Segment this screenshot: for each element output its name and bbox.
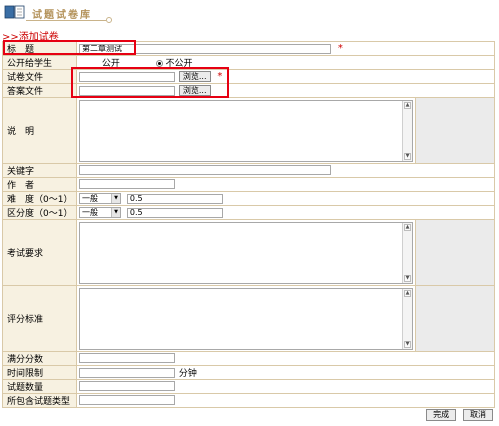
answer-file-label: 答案文件	[2, 83, 77, 98]
description-textarea[interactable]: ▲ ▼	[79, 99, 413, 162]
form-row-answer-file: 答案文件 浏览...	[2, 83, 495, 98]
difficulty-label: 难 度（0～1）	[2, 191, 77, 206]
public-label: 公开给学生	[2, 55, 77, 70]
form-row-requirements: 考试要求 ▲ ▼	[2, 219, 495, 286]
public-cell: 公开 不公开	[76, 55, 495, 70]
scroll-up-arrow-icon[interactable]: ▲	[404, 289, 411, 297]
answer-file-browse-button[interactable]: 浏览...	[178, 85, 211, 96]
answer-file-input[interactable]	[79, 85, 175, 96]
paper-file-browse-button[interactable]: 浏览...	[178, 71, 211, 82]
time-limit-cell: 分钟	[76, 365, 495, 380]
time-limit-input[interactable]	[79, 367, 175, 378]
scroll-up-arrow-icon[interactable]: ▲	[404, 101, 411, 109]
grading-cell: ▲ ▼	[76, 285, 416, 352]
time-limit-unit: 分钟	[178, 369, 197, 379]
form-row-title: 标 题 第二章测试 *	[2, 41, 495, 56]
difficulty-input[interactable]: 0.5	[126, 193, 223, 204]
scroll-down-arrow-icon[interactable]: ▼	[404, 340, 411, 348]
full-score-input[interactable]	[79, 353, 175, 364]
page-header: 试题试卷库	[0, 0, 499, 26]
difficulty-cell: 一般 ▼ 0.5	[76, 191, 495, 206]
scroll-down-arrow-icon[interactable]: ▼	[404, 152, 411, 160]
page-title: 试题试卷库	[32, 10, 92, 21]
difficulty-select[interactable]: 一般 ▼	[79, 193, 121, 204]
header-divider	[26, 20, 106, 21]
form-actions: 完成 取消	[422, 409, 493, 421]
description-label: 说 明	[2, 97, 77, 164]
form-row-question-types: 所包含试题类型	[2, 393, 495, 408]
full-score-label: 满分分数	[2, 351, 77, 366]
keywords-label: 关键字	[2, 163, 77, 178]
form-row-grading: 评分标准 ▲ ▼	[2, 285, 495, 352]
question-count-label: 试题数量	[2, 379, 77, 394]
answer-file-cell: 浏览...	[76, 83, 495, 98]
scrollbar[interactable]: ▲ ▼	[402, 222, 412, 283]
question-types-input[interactable]	[79, 395, 175, 406]
header-divider-dot	[106, 17, 112, 23]
author-cell	[76, 177, 495, 192]
gray-spacer	[415, 97, 495, 164]
grading-textarea[interactable]: ▲ ▼	[79, 287, 413, 350]
paper-file-input[interactable]	[79, 71, 175, 82]
discrimination-cell: 一般 ▼ 0.5	[76, 205, 495, 220]
author-label: 作 者	[2, 177, 77, 192]
scroll-up-arrow-icon[interactable]: ▲	[404, 223, 411, 231]
required-mark: *	[337, 43, 343, 54]
author-input[interactable]	[79, 179, 175, 190]
discrimination-input[interactable]: 0.5	[126, 207, 223, 218]
private-radio[interactable]	[155, 60, 163, 67]
gray-spacer	[415, 285, 495, 352]
cancel-button[interactable]: 取消	[463, 409, 493, 421]
description-cell: ▲ ▼	[76, 97, 416, 164]
form-row-author: 作 者	[2, 177, 495, 192]
form-row-full-score: 满分分数	[2, 351, 495, 366]
form-row-question-count: 试题数量	[2, 379, 495, 394]
requirements-cell: ▲ ▼	[76, 219, 416, 286]
book-icon	[4, 5, 25, 19]
form-row-time-limit: 时间限制 分钟	[2, 365, 495, 380]
submit-button[interactable]: 完成	[426, 409, 457, 421]
question-types-label: 所包含试题类型	[2, 393, 77, 408]
paper-file-cell: 浏览... *	[76, 69, 495, 84]
required-mark: *	[217, 71, 223, 82]
question-types-cell	[76, 393, 495, 408]
title-label: 标 题	[2, 41, 77, 56]
private-option-label: 不公开	[165, 59, 193, 69]
form-row-description: 说 明 ▲ ▼	[2, 97, 495, 164]
requirements-label: 考试要求	[2, 219, 77, 286]
dropdown-arrow-icon: ▼	[111, 208, 120, 217]
form-row-keywords: 关键字	[2, 163, 495, 178]
title-cell: 第二章测试 *	[76, 41, 495, 56]
keywords-cell	[76, 163, 495, 178]
scrollbar[interactable]: ▲ ▼	[402, 100, 412, 161]
public-option-label: 公开	[101, 59, 120, 69]
dropdown-arrow-icon: ▼	[111, 194, 120, 203]
time-limit-label: 时间限制	[2, 365, 77, 380]
question-count-input[interactable]	[79, 381, 175, 392]
scroll-down-arrow-icon[interactable]: ▼	[404, 274, 411, 282]
grading-label: 评分标准	[2, 285, 77, 352]
discrimination-select[interactable]: 一般 ▼	[79, 207, 121, 218]
full-score-cell	[76, 351, 495, 366]
form-row-difficulty: 难 度（0～1） 一般 ▼ 0.5	[2, 191, 495, 206]
add-paper-form: 标 题 第二章测试 * 公开给学生 公开 不公开 试卷文件 浏览... * 答案…	[2, 41, 495, 408]
form-row-discrimination: 区分度（0～1） 一般 ▼ 0.5	[2, 205, 495, 220]
title-input[interactable]: 第二章测试	[79, 43, 331, 54]
keywords-input[interactable]	[79, 165, 331, 176]
discrimination-label: 区分度（0～1）	[2, 205, 77, 220]
form-row-paper-file: 试卷文件 浏览... *	[2, 69, 495, 84]
gray-spacer	[415, 219, 495, 286]
requirements-textarea[interactable]: ▲ ▼	[79, 221, 413, 284]
paper-file-label: 试卷文件	[2, 69, 77, 84]
form-row-public: 公开给学生 公开 不公开	[2, 55, 495, 70]
scrollbar[interactable]: ▲ ▼	[402, 288, 412, 349]
question-count-cell	[76, 379, 495, 394]
